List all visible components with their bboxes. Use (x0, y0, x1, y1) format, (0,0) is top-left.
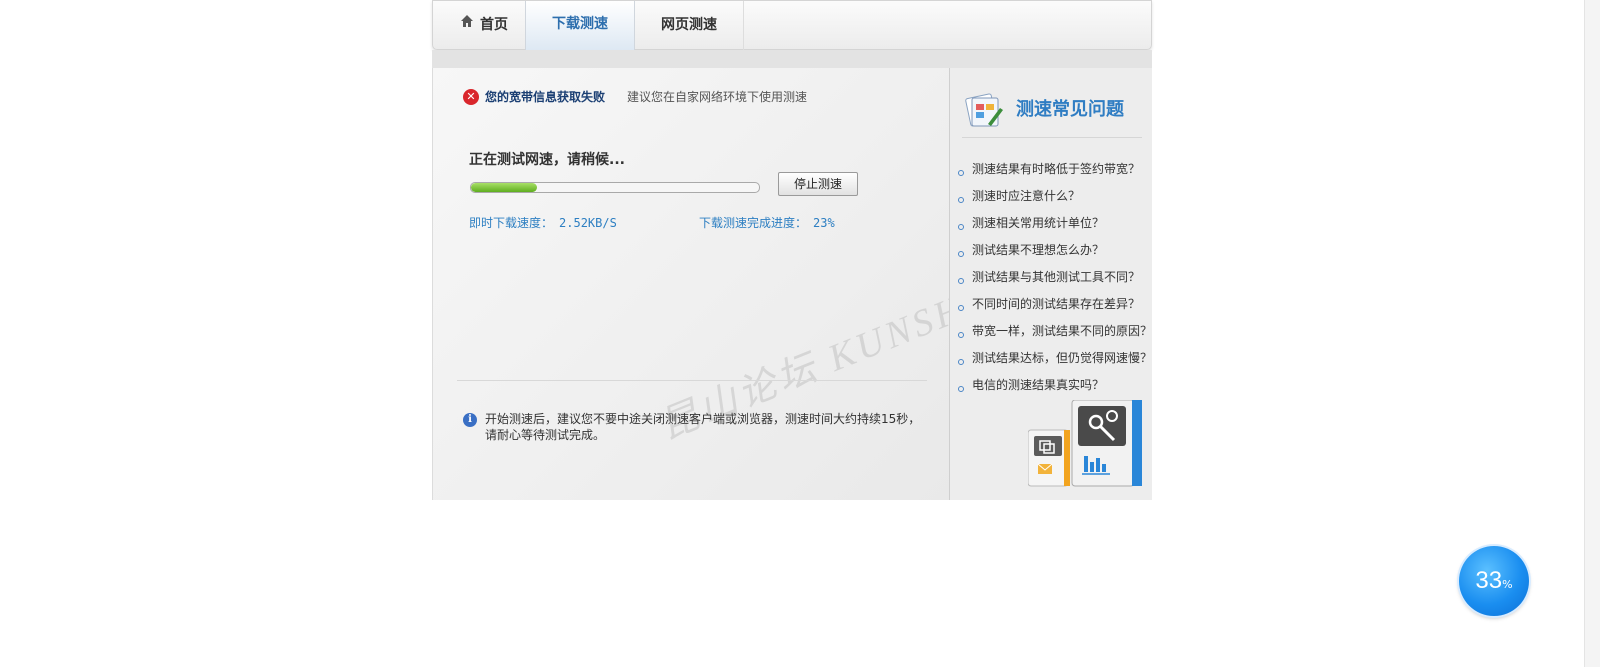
testing-message: 正在测试网速，请稍候... (469, 152, 625, 168)
faq-item[interactable]: 不同时间的测试结果存在差异？ (956, 295, 1152, 322)
faq-item[interactable]: 测速相关常用统计单位？ (956, 214, 1152, 241)
instant-speed: 即时下载速度： 2.52KB/S (469, 214, 617, 231)
home-icon (460, 0, 474, 48)
faq-item[interactable]: 带宽一样，测试结果不同的原因？ (956, 322, 1152, 349)
faq-header: 测速常见问题 (962, 88, 1147, 134)
tab-home-label: 首页 (480, 17, 508, 33)
stop-test-button[interactable]: 停止测速 (778, 172, 858, 196)
divider (457, 380, 927, 381)
badge-unit: % (1502, 578, 1513, 591)
vertical-scrollbar[interactable] (1584, 0, 1600, 667)
speed-label: 即时下载速度： (469, 216, 554, 230)
tab-download-label: 下载测速 (552, 16, 608, 32)
faq-icon (962, 90, 1006, 130)
error-icon: ✕ (463, 88, 479, 105)
header-stripe (432, 50, 1152, 68)
speed-test-widget: 首页 下载测速 网页测速 ✕ 您的宽带信息获取失败 建议您在自家网络环境下使用测速 … (432, 0, 1152, 500)
test-note: 开始测速后，建议您不要中途关闭测速客户端或浏览器，测速时间大约持续15秒，请耐心… (485, 412, 921, 442)
faq-panel: 测速常见问题 测速结果有时略低于签约带宽？ 测速时应注意什么？ 测速相关常用统计… (949, 68, 1152, 500)
faq-item[interactable]: 电信的测速结果真实吗？ (956, 376, 1152, 403)
speed-value: 2.52KB/S (559, 216, 617, 230)
test-progress: 下载测速完成进度： 23% (699, 214, 835, 231)
faq-list: 测速结果有时略低于签约带宽？ 测速时应注意什么？ 测速相关常用统计单位？ 测试结… (956, 160, 1152, 403)
faq-separator (962, 137, 1142, 138)
faq-item[interactable]: 测试结果达标，但仍觉得网速慢？ (956, 349, 1152, 376)
faq-item[interactable]: 测试结果与其他测试工具不同？ (956, 268, 1152, 295)
faq-item[interactable]: 测速时应注意什么？ (956, 187, 1152, 214)
progress-label: 下载测速完成进度： (699, 216, 808, 230)
tab-home[interactable]: 首页 (445, 1, 523, 51)
top-nav: 首页 下载测速 网页测速 (432, 0, 1152, 60)
speed-float-badge[interactable]: 33% (1459, 546, 1529, 616)
faq-item[interactable]: 测试结果不理想怎么办？ (956, 241, 1152, 268)
progress-bar (470, 182, 760, 193)
faq-item[interactable]: 测速结果有时略低于签约带宽？ (956, 160, 1152, 187)
status-error-title: 您的宽带信息获取失败 (485, 90, 606, 104)
tab-download-test[interactable]: 下载测速 (525, 1, 635, 60)
tab-web-test[interactable]: 网页测速 (635, 1, 744, 51)
tab-web-label: 网页测速 (661, 17, 717, 33)
progress-value: 23% (813, 216, 835, 230)
info-icon: i (463, 413, 477, 427)
progress-bar-fill (471, 183, 538, 192)
faq-title: 测速常见问题 (1016, 99, 1124, 120)
badge-value: 33 (1475, 567, 1503, 594)
status-hint: 建议您在自家网络环境下使用测速 (627, 90, 808, 104)
tools-illustration (1027, 399, 1146, 496)
broadband-status: ✕ 您的宽带信息获取失败 建议您在自家网络环境下使用测速 (463, 88, 807, 105)
main-panel: ✕ 您的宽带信息获取失败 建议您在自家网络环境下使用测速 正在测试网速，请稍候...… (432, 68, 1109, 500)
